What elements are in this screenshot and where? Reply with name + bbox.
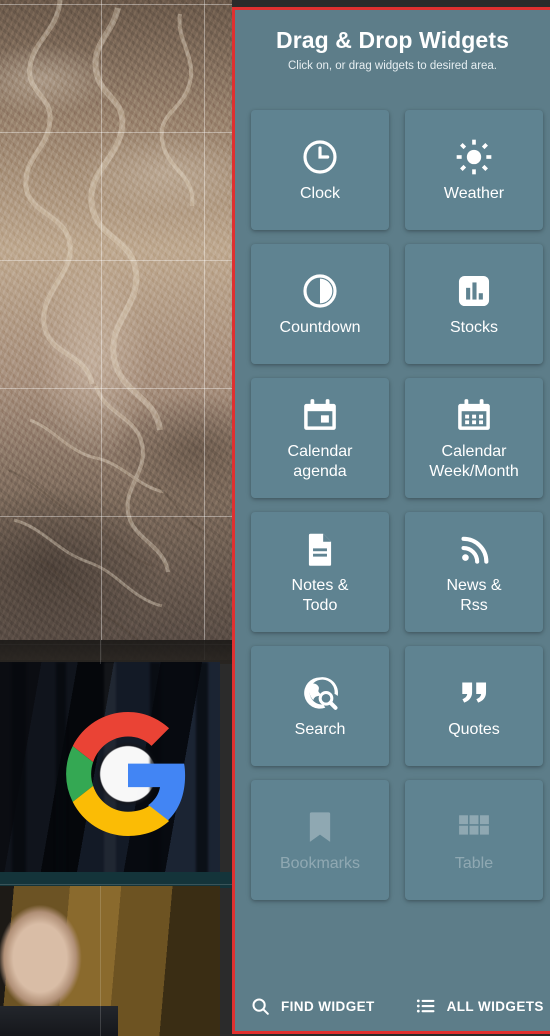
panel-header: Drag & Drop Widgets Click on, or drag wi… (235, 10, 550, 76)
globe-search-icon (300, 672, 340, 714)
screen: Drag & Drop Widgets Click on, or drag wi… (0, 0, 550, 1036)
calendar-agenda-icon (301, 394, 339, 436)
widget-tile-table[interactable]: Table (405, 780, 543, 900)
widget-tile-notes-todo[interactable]: Notes & Todo (251, 512, 389, 632)
widget-tile-calendar-agenda[interactable]: Calendar agenda (251, 378, 389, 498)
card-divider (100, 640, 101, 664)
widget-label: Calendar agenda (287, 443, 353, 480)
widget-tile-search[interactable]: Search (251, 646, 389, 766)
bottom-fade (235, 929, 550, 983)
sun-icon (454, 136, 494, 178)
google-photo-widget[interactable] (0, 662, 220, 884)
widget-tile-weather[interactable]: Weather (405, 110, 543, 230)
calendar-month-icon (455, 394, 493, 436)
widget-tile-quotes[interactable]: Quotes (405, 646, 543, 766)
widget-divider-top (0, 640, 232, 664)
widget-label: Weather (443, 185, 505, 202)
find-widget-label: FIND WIDGET (281, 998, 375, 1014)
drag-drop-widgets-panel: Drag & Drop Widgets Click on, or drag wi… (232, 7, 550, 1034)
map-grid-overlay (0, 0, 232, 660)
widget-label: Countdown (279, 319, 361, 336)
widget-tile-countdown[interactable]: Countdown (251, 244, 389, 364)
bookmark-icon (301, 806, 339, 848)
widget-tile-bookmarks[interactable]: Bookmarks (251, 780, 389, 900)
countdown-moon-icon (300, 270, 340, 312)
widget-label: News & Rss (446, 577, 502, 614)
widget-tile-clock[interactable]: Clock (251, 110, 389, 230)
widget-label: Search (294, 721, 346, 738)
widget-label: Bookmarks (279, 855, 361, 872)
clock-icon (300, 136, 340, 178)
panel-subtitle: Click on, or drag widgets to desired are… (287, 60, 498, 73)
grid-table-icon (455, 806, 493, 848)
satellite-map-widget[interactable] (0, 0, 232, 660)
widget-tile-calendar-week-month[interactable]: Calendar Week/Month (405, 378, 543, 498)
rss-icon (455, 528, 493, 570)
widget-label: Stocks (449, 319, 498, 336)
widget-tile-news-rss[interactable]: News & Rss (405, 512, 543, 632)
widgets-action-bar: FIND WIDGET ALL WIDGETS (235, 981, 550, 1031)
widget-label: Calendar Week/Month (429, 443, 519, 480)
all-widgets-label: ALL WIDGETS (446, 998, 544, 1014)
document-icon (301, 528, 339, 570)
card-divider (100, 886, 101, 1036)
widget-label: Table (454, 855, 494, 872)
page-title: Drag & Drop Widgets (276, 27, 509, 53)
widget-label: Quotes (448, 721, 500, 738)
widget-label: Notes & Todo (291, 577, 349, 614)
search-icon (249, 995, 271, 1017)
all-widgets-button[interactable]: ALL WIDGETS (415, 995, 544, 1017)
widget-grid: Clock Weather Countdown Stocks Calendar … (251, 110, 550, 900)
card-divider (0, 884, 232, 885)
google-logo-icon (66, 712, 186, 836)
widget-label: Clock (299, 185, 340, 202)
bar-chart-icon (455, 270, 493, 312)
quote-marks-icon (455, 672, 493, 714)
find-widget-button[interactable]: FIND WIDGET (249, 995, 375, 1017)
widget-tile-stocks[interactable]: Stocks (405, 244, 543, 364)
list-icon (415, 995, 437, 1017)
